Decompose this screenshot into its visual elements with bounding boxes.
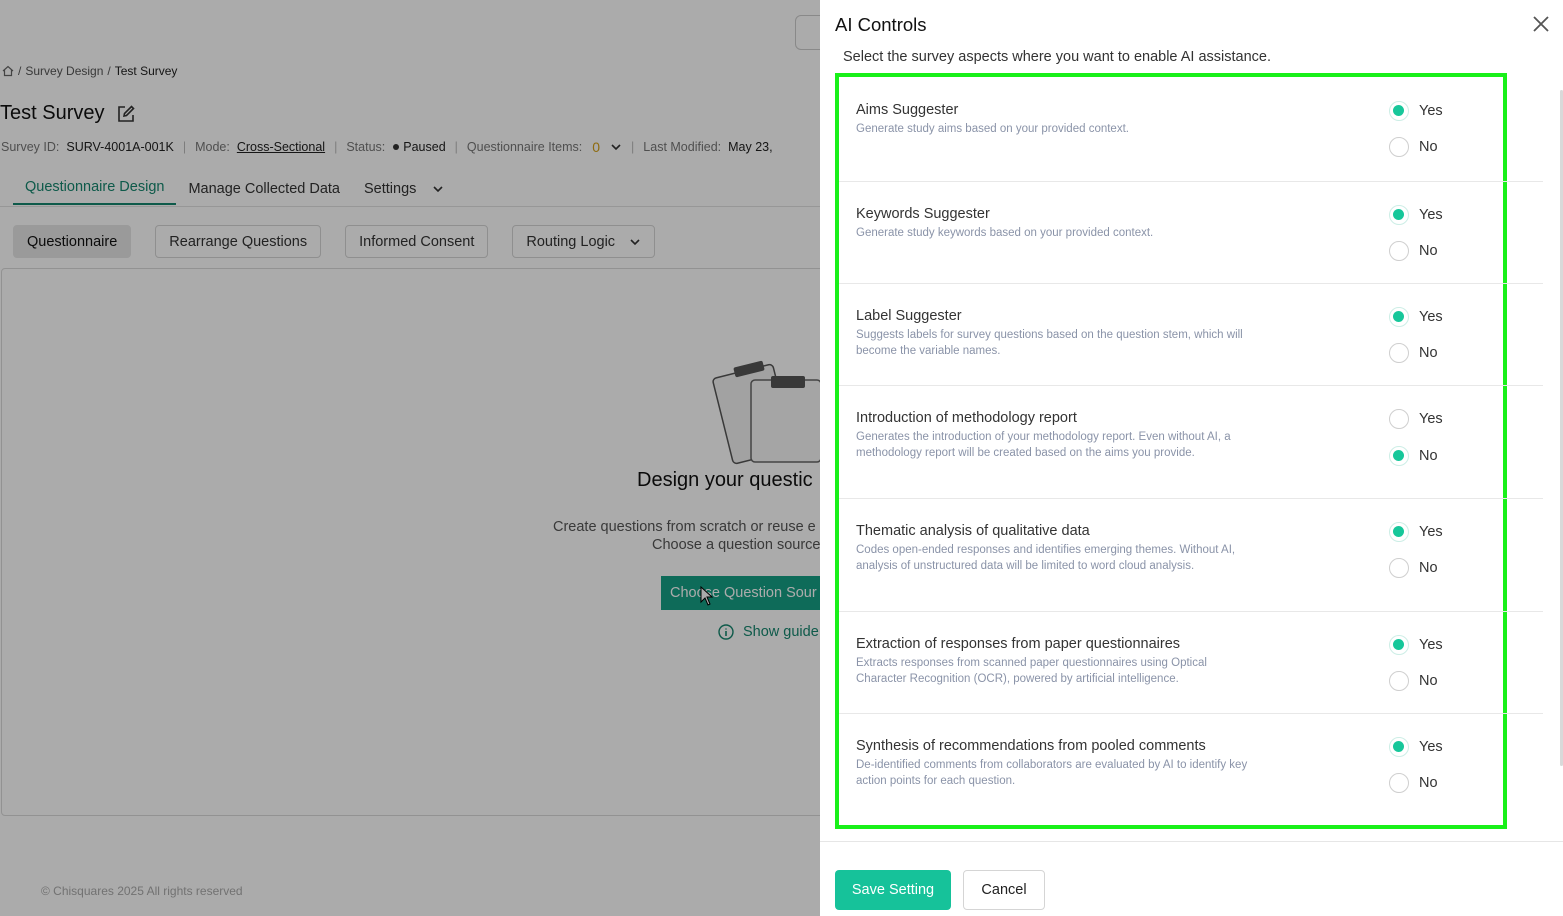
radio-yes[interactable]: Yes [1389,205,1443,225]
radio-label: No [1419,243,1438,259]
ai-control-item: Synthesis of recommendations from pooled… [856,738,1256,789]
radio-button[interactable] [1389,446,1409,466]
ai-control-desc: De-identified comments from collaborator… [856,759,1248,787]
drawer-subtitle: Select the survey aspects where you want… [843,49,1271,65]
radio-button[interactable] [1389,737,1409,757]
row-divider [839,713,1543,714]
radio-button[interactable] [1389,241,1409,261]
radio-no[interactable]: No [1389,671,1438,691]
radio-yes[interactable]: Yes [1389,522,1443,542]
radio-label: No [1419,673,1438,689]
radio-label: No [1419,448,1438,464]
radio-button[interactable] [1389,773,1409,793]
ai-control-desc: Generate study keywords based on your pr… [856,227,1154,239]
row-divider [839,181,1543,182]
cancel-button[interactable]: Cancel [963,870,1045,910]
footer-divider [820,841,1563,842]
drawer-title: AI Controls [835,14,927,35]
row-divider [839,611,1543,612]
radio-button[interactable] [1389,409,1409,429]
ai-control-item: Aims Suggester Generate study aims based … [856,102,1256,137]
ai-controls-drawer: AI Controls Select the survey aspects wh… [820,0,1563,916]
radio-no[interactable]: No [1389,241,1438,261]
ai-control-title: Thematic analysis of qualitative data [856,523,1090,539]
ai-controls-list: Aims Suggester Generate study aims based … [835,73,1543,829]
radio-label: Yes [1419,207,1443,223]
radio-button[interactable] [1389,307,1409,327]
radio-label: Yes [1419,411,1443,427]
radio-yes[interactable]: Yes [1389,101,1443,121]
radio-button[interactable] [1389,522,1409,542]
ai-control-desc: Generates the introduction of your metho… [856,431,1231,459]
radio-button[interactable] [1389,671,1409,691]
radio-button[interactable] [1389,558,1409,578]
radio-label: Yes [1419,524,1443,540]
radio-label: Yes [1419,739,1443,755]
radio-button[interactable] [1389,343,1409,363]
radio-label: No [1419,560,1438,576]
radio-yes[interactable]: Yes [1389,737,1443,757]
radio-label: Yes [1419,309,1443,325]
radio-label: No [1419,345,1438,361]
radio-no[interactable]: No [1389,343,1438,363]
modal-backdrop[interactable] [0,0,820,916]
radio-label: No [1419,139,1438,155]
ai-control-title: Extraction of responses from paper quest… [856,636,1181,652]
radio-label: No [1419,775,1438,791]
ai-control-title: Aims Suggester [856,102,959,118]
ai-control-item: Extraction of responses from paper quest… [856,636,1256,687]
save-setting-button[interactable]: Save Setting [835,870,951,910]
radio-no[interactable]: No [1389,558,1438,578]
ai-control-item: Introduction of methodology report Genera… [856,410,1256,461]
radio-label: Yes [1419,637,1443,653]
radio-no[interactable]: No [1389,137,1438,157]
ai-control-desc: Extracts responses from scanned paper qu… [856,657,1207,685]
radio-yes[interactable]: Yes [1389,307,1443,327]
ai-control-item: Label Suggester Suggests labels for surve… [856,308,1256,359]
ai-control-title: Label Suggester [856,308,962,324]
radio-label: Yes [1419,103,1443,119]
radio-button[interactable] [1389,101,1409,121]
radio-no[interactable]: No [1389,446,1438,466]
ai-control-desc: Codes open-ended responses and identifie… [856,544,1236,572]
row-divider [839,385,1543,386]
ai-control-item: Thematic analysis of qualitative data Cod… [856,523,1256,574]
ai-control-item: Keywords Suggester Generate study keyword… [856,206,1256,241]
radio-yes[interactable]: Yes [1389,409,1443,429]
row-divider [839,498,1543,499]
ai-control-desc: Suggests labels for survey questions bas… [856,329,1243,357]
ai-control-title: Introduction of methodology report [856,410,1077,426]
ai-control-desc: Generate study aims based on your provid… [856,123,1129,135]
radio-button[interactable] [1389,635,1409,655]
close-icon[interactable] [1531,14,1551,34]
radio-button[interactable] [1389,205,1409,225]
ai-control-title: Keywords Suggester [856,206,990,222]
row-divider [839,283,1543,284]
radio-button[interactable] [1389,137,1409,157]
radio-no[interactable]: No [1389,773,1438,793]
ai-control-title: Synthesis of recommendations from pooled… [856,738,1206,754]
radio-yes[interactable]: Yes [1389,635,1443,655]
